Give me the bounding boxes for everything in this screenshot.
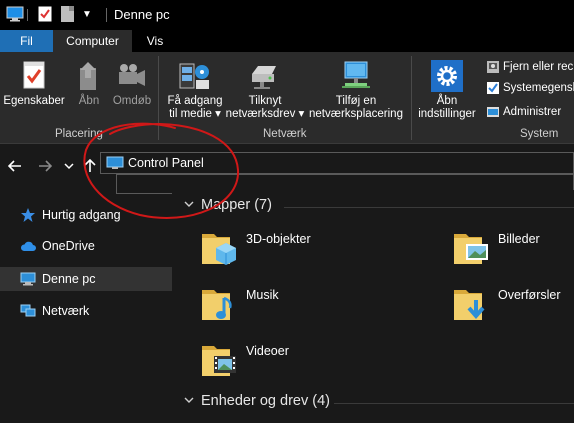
folders-section-title: Mapper (7): [201, 197, 272, 213]
add-location-label-2: netværksplacering: [309, 108, 403, 120]
folders-section-header[interactable]: Mapper (7): [184, 197, 272, 213]
uninstall-button[interactable]: Fjern eller rec: [486, 58, 573, 76]
manage-label: Administrer: [503, 106, 562, 118]
access-media-label-1: Få adgang: [167, 95, 223, 107]
sidebar-item-quick-access[interactable]: Hurtig adgang: [0, 203, 172, 227]
window-title: Denne pc: [114, 7, 170, 22]
manage-icon: [487, 107, 499, 117]
content-pane: Mapper (7) 3D-objekter Billeder Musik Ov…: [172, 190, 574, 423]
title-separator: [106, 8, 107, 22]
add-network-location-button[interactable]: Tilføj en netværksplacering: [306, 60, 406, 121]
folder-label: 3D-objekter: [246, 232, 311, 246]
customize-quick-access-icon[interactable]: ▼: [82, 9, 92, 20]
open-label: Åbn: [78, 95, 100, 107]
ribbon-group-separator: [158, 56, 159, 140]
ribbon-tabs: Fil Computer Vis: [0, 30, 574, 52]
map-network-drive-button[interactable]: Tilknyt netværksdrev ▾: [224, 60, 306, 121]
access-media-button[interactable]: Få adgang til medie ▾: [162, 60, 228, 121]
sidebar-item-onedrive[interactable]: OneDrive: [0, 234, 172, 258]
control-panel-icon: [106, 156, 124, 173]
pictures-folder-icon: [454, 234, 488, 264]
folder-label: Videoer: [246, 344, 289, 358]
netvaerk-group-label: Netværk: [263, 128, 307, 140]
tab-computer[interactable]: Computer: [53, 30, 132, 52]
map-drive-label-1: Tilknyt: [248, 95, 282, 107]
videos-folder-icon: [202, 346, 236, 376]
sidebar-item-network[interactable]: Netværk: [0, 299, 172, 323]
section-divider: [284, 207, 574, 208]
properties-icon: [23, 61, 45, 89]
3d-objects-folder-icon: [202, 234, 236, 265]
uninstall-icon: [487, 61, 499, 73]
open-icon: [80, 62, 96, 90]
cloud-icon: [20, 241, 36, 251]
properties-quick-icon[interactable]: [38, 6, 52, 25]
system-properties-icon: [487, 82, 499, 94]
star-icon: [21, 208, 35, 222]
pc-icon: [20, 272, 36, 286]
tab-file[interactable]: Fil: [0, 30, 53, 52]
map-drive-icon: [252, 66, 276, 89]
open-settings-label-1: Åbn: [436, 95, 458, 107]
downloads-folder-icon: [454, 290, 485, 320]
folder-pictures[interactable]: Billeder: [452, 228, 540, 268]
sidebar-item-label: OneDrive: [42, 239, 95, 253]
folder-downloads[interactable]: Overførsler: [452, 284, 561, 324]
sidebar-item-label: Hurtig adgang: [42, 208, 121, 222]
network-location-icon: [342, 61, 370, 88]
add-location-label-1: Tilføj en: [335, 95, 377, 107]
folder-label: Overførsler: [498, 288, 561, 302]
folder-3d-objects[interactable]: 3D-objekter: [200, 228, 311, 268]
ribbon: Egenskaber Åbn Omdøb Placering Få adgang…: [0, 52, 574, 144]
folder-music[interactable]: Musik: [200, 284, 279, 324]
rename-button[interactable]: Omdøb: [110, 60, 154, 108]
navigation-pane: Hurtig adgang OneDrive Denne pc Netværk: [0, 196, 172, 423]
open-settings-label-2: indstillinger: [418, 108, 476, 120]
open-settings-button[interactable]: Åbn indstillinger: [414, 60, 480, 121]
network-icon: [20, 304, 36, 317]
sidebar-item-label: Denne pc: [42, 272, 96, 286]
system-properties-button[interactable]: Systemegensk: [486, 79, 574, 97]
folder-label: Musik: [246, 288, 279, 302]
rename-label: Omdøb: [112, 95, 152, 107]
media-icon: [179, 63, 209, 89]
title-bar: ▼ Denne pc: [0, 0, 574, 30]
uninstall-label: Fjern eller rec: [503, 61, 574, 73]
recent-locations-chevron-icon[interactable]: [59, 156, 79, 176]
system-properties-label: Systemegensk: [503, 82, 574, 94]
folder-videos[interactable]: Videoer: [200, 340, 289, 380]
tab-view[interactable]: Vis: [134, 30, 176, 52]
placering-group-label: Placering: [55, 128, 103, 140]
address-bar[interactable]: Control Panel: [100, 152, 574, 174]
chevron-down-icon: [184, 396, 194, 407]
address-input[interactable]: Control Panel: [128, 156, 204, 170]
back-arrow-icon[interactable]: [5, 156, 25, 176]
chevron-down-icon: [184, 200, 194, 211]
folder-label: Billeder: [498, 232, 540, 246]
rename-icon: [119, 64, 145, 86]
access-media-label-2: til medie: [169, 108, 212, 120]
up-arrow-icon[interactable]: [80, 156, 100, 176]
section-divider: [334, 403, 574, 404]
forward-arrow-icon[interactable]: [35, 156, 55, 176]
drives-section-title: Enheder og drev (4): [201, 393, 330, 409]
sidebar-item-this-pc[interactable]: Denne pc: [0, 267, 172, 291]
properties-label: Egenskaber: [3, 95, 65, 107]
properties-button[interactable]: Egenskaber: [3, 60, 65, 108]
manage-button[interactable]: Administrer: [486, 103, 561, 121]
explorer-app-icon[interactable]: [6, 6, 24, 25]
system-group-label: System: [520, 128, 559, 140]
map-drive-label-2: netværksdrev: [225, 108, 296, 120]
drives-section-header[interactable]: Enheder og drev (4): [184, 393, 330, 409]
title-divider: [27, 9, 28, 21]
open-button[interactable]: Åbn: [72, 60, 106, 108]
settings-gear-icon: [431, 60, 463, 92]
sidebar-item-label: Netværk: [42, 304, 90, 318]
new-folder-quick-icon[interactable]: [61, 6, 74, 25]
ribbon-group-separator: [411, 56, 412, 140]
music-folder-icon: [202, 290, 232, 320]
